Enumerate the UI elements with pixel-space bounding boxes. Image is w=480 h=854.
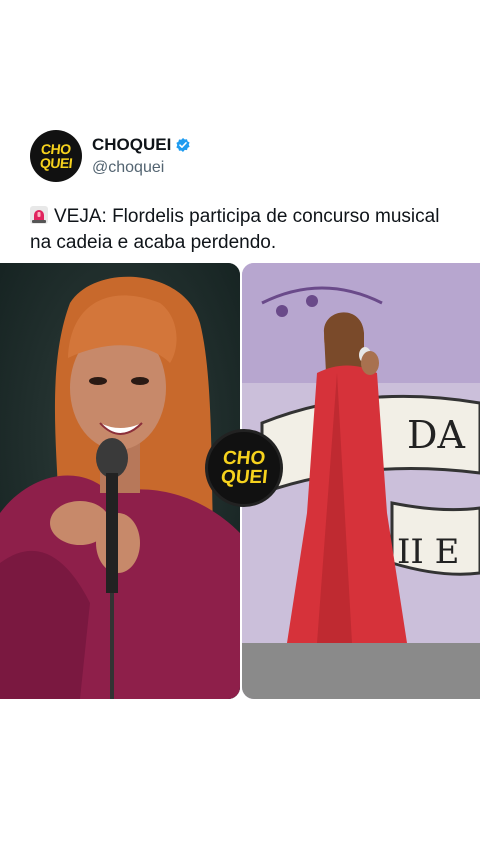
avatar[interactable]: CHO QUEI bbox=[30, 130, 82, 182]
display-name[interactable]: CHOQUEI bbox=[92, 135, 171, 155]
tweet-text-block: VEJA: Flordelis participa de concurso mu… bbox=[30, 204, 460, 256]
siren-icon bbox=[30, 206, 48, 224]
banner-letters-ie: II E bbox=[397, 532, 460, 572]
media-image-left[interactable] bbox=[0, 263, 240, 699]
media-grid[interactable]: DA II E CHO QUEI bbox=[0, 263, 480, 699]
tweet-text: VEJA: Flordelis participa de concurso mu… bbox=[30, 206, 440, 253]
banner-letters-da: DA bbox=[407, 413, 465, 457]
singer-illustration bbox=[0, 263, 240, 699]
name-row: CHOQUEI bbox=[92, 135, 191, 155]
verified-badge-icon bbox=[176, 138, 190, 152]
author-info: CHOQUEI @choquei bbox=[92, 135, 191, 177]
choquei-logo-badge: CHO QUEI bbox=[205, 429, 283, 507]
avatar-line1: CHO bbox=[40, 141, 72, 157]
badge-line2: QUEI bbox=[219, 467, 269, 488]
avatar-line2: QUEI bbox=[39, 155, 73, 171]
tweet-header: CHO QUEI CHOQUEI @choquei bbox=[30, 128, 191, 184]
badge-line1: CHO bbox=[221, 448, 267, 469]
handle[interactable]: @choquei bbox=[92, 159, 191, 177]
